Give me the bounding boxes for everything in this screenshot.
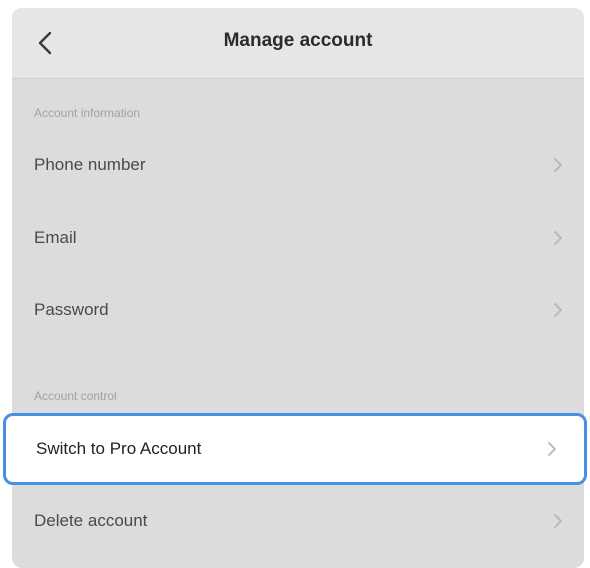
section-label-account-information: Account information — [34, 106, 141, 120]
header-bar: Manage account — [12, 8, 584, 78]
row-email[interactable]: Email — [12, 210, 584, 266]
row-switch-to-pro-account[interactable]: Switch to Pro Account — [3, 413, 587, 485]
chevron-right-icon — [548, 442, 556, 456]
row-delete-account[interactable]: Delete account — [12, 492, 584, 550]
chevron-right-icon — [554, 231, 562, 245]
row-label: Password — [34, 300, 109, 319]
row-label: Delete account — [34, 511, 148, 530]
chevron-right-icon — [554, 303, 562, 317]
chevron-right-icon — [554, 514, 562, 528]
row-phone-number[interactable]: Phone number — [12, 137, 584, 193]
row-label: Email — [34, 228, 77, 247]
section-label-account-control: Account control — [34, 389, 117, 403]
row-label: Switch to Pro Account — [36, 439, 202, 458]
header-divider — [12, 78, 584, 79]
chevron-right-icon — [554, 158, 562, 172]
row-password[interactable]: Password — [12, 282, 584, 338]
page-title: Manage account — [223, 30, 373, 51]
row-label: Phone number — [34, 155, 146, 174]
